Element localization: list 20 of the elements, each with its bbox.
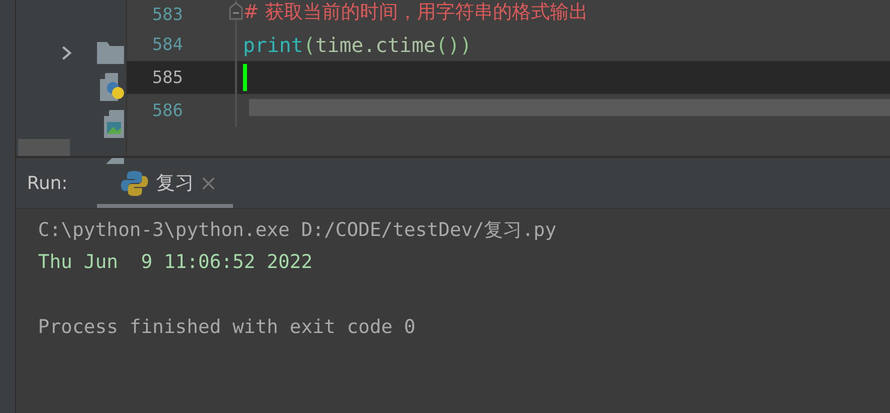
line-number: 584 bbox=[151, 34, 184, 54]
python-icon bbox=[121, 170, 148, 196]
line-number: 585 bbox=[151, 68, 184, 88]
line-number: 586 bbox=[151, 100, 184, 120]
folder-icon[interactable] bbox=[97, 42, 124, 64]
code-line: print(time.ctime()) bbox=[243, 32, 472, 56]
fold-icon[interactable] bbox=[229, 2, 243, 20]
line-number: 583 bbox=[151, 5, 184, 25]
text-cursor bbox=[243, 64, 247, 91]
python-file-icon[interactable] bbox=[100, 72, 124, 100]
chevron-icon[interactable] bbox=[61, 45, 73, 61]
image-file-icon[interactable] bbox=[104, 110, 124, 138]
scrollbar[interactable] bbox=[249, 99, 890, 116]
console-line: Thu Jun 9 11:06:52 2022 bbox=[38, 250, 314, 275]
code-line: # 获取当前的时间，用字符串的格式输出 bbox=[243, 0, 588, 25]
console-line: Process finished with exit code 0 bbox=[38, 315, 416, 340]
scrollbar[interactable] bbox=[18, 139, 70, 156]
console-line: C:\python-3\python.exe D:/CODE/testDev/复习.py bbox=[38, 218, 558, 243]
close-icon[interactable] bbox=[202, 176, 215, 190]
run-label: Run: bbox=[27, 172, 69, 194]
